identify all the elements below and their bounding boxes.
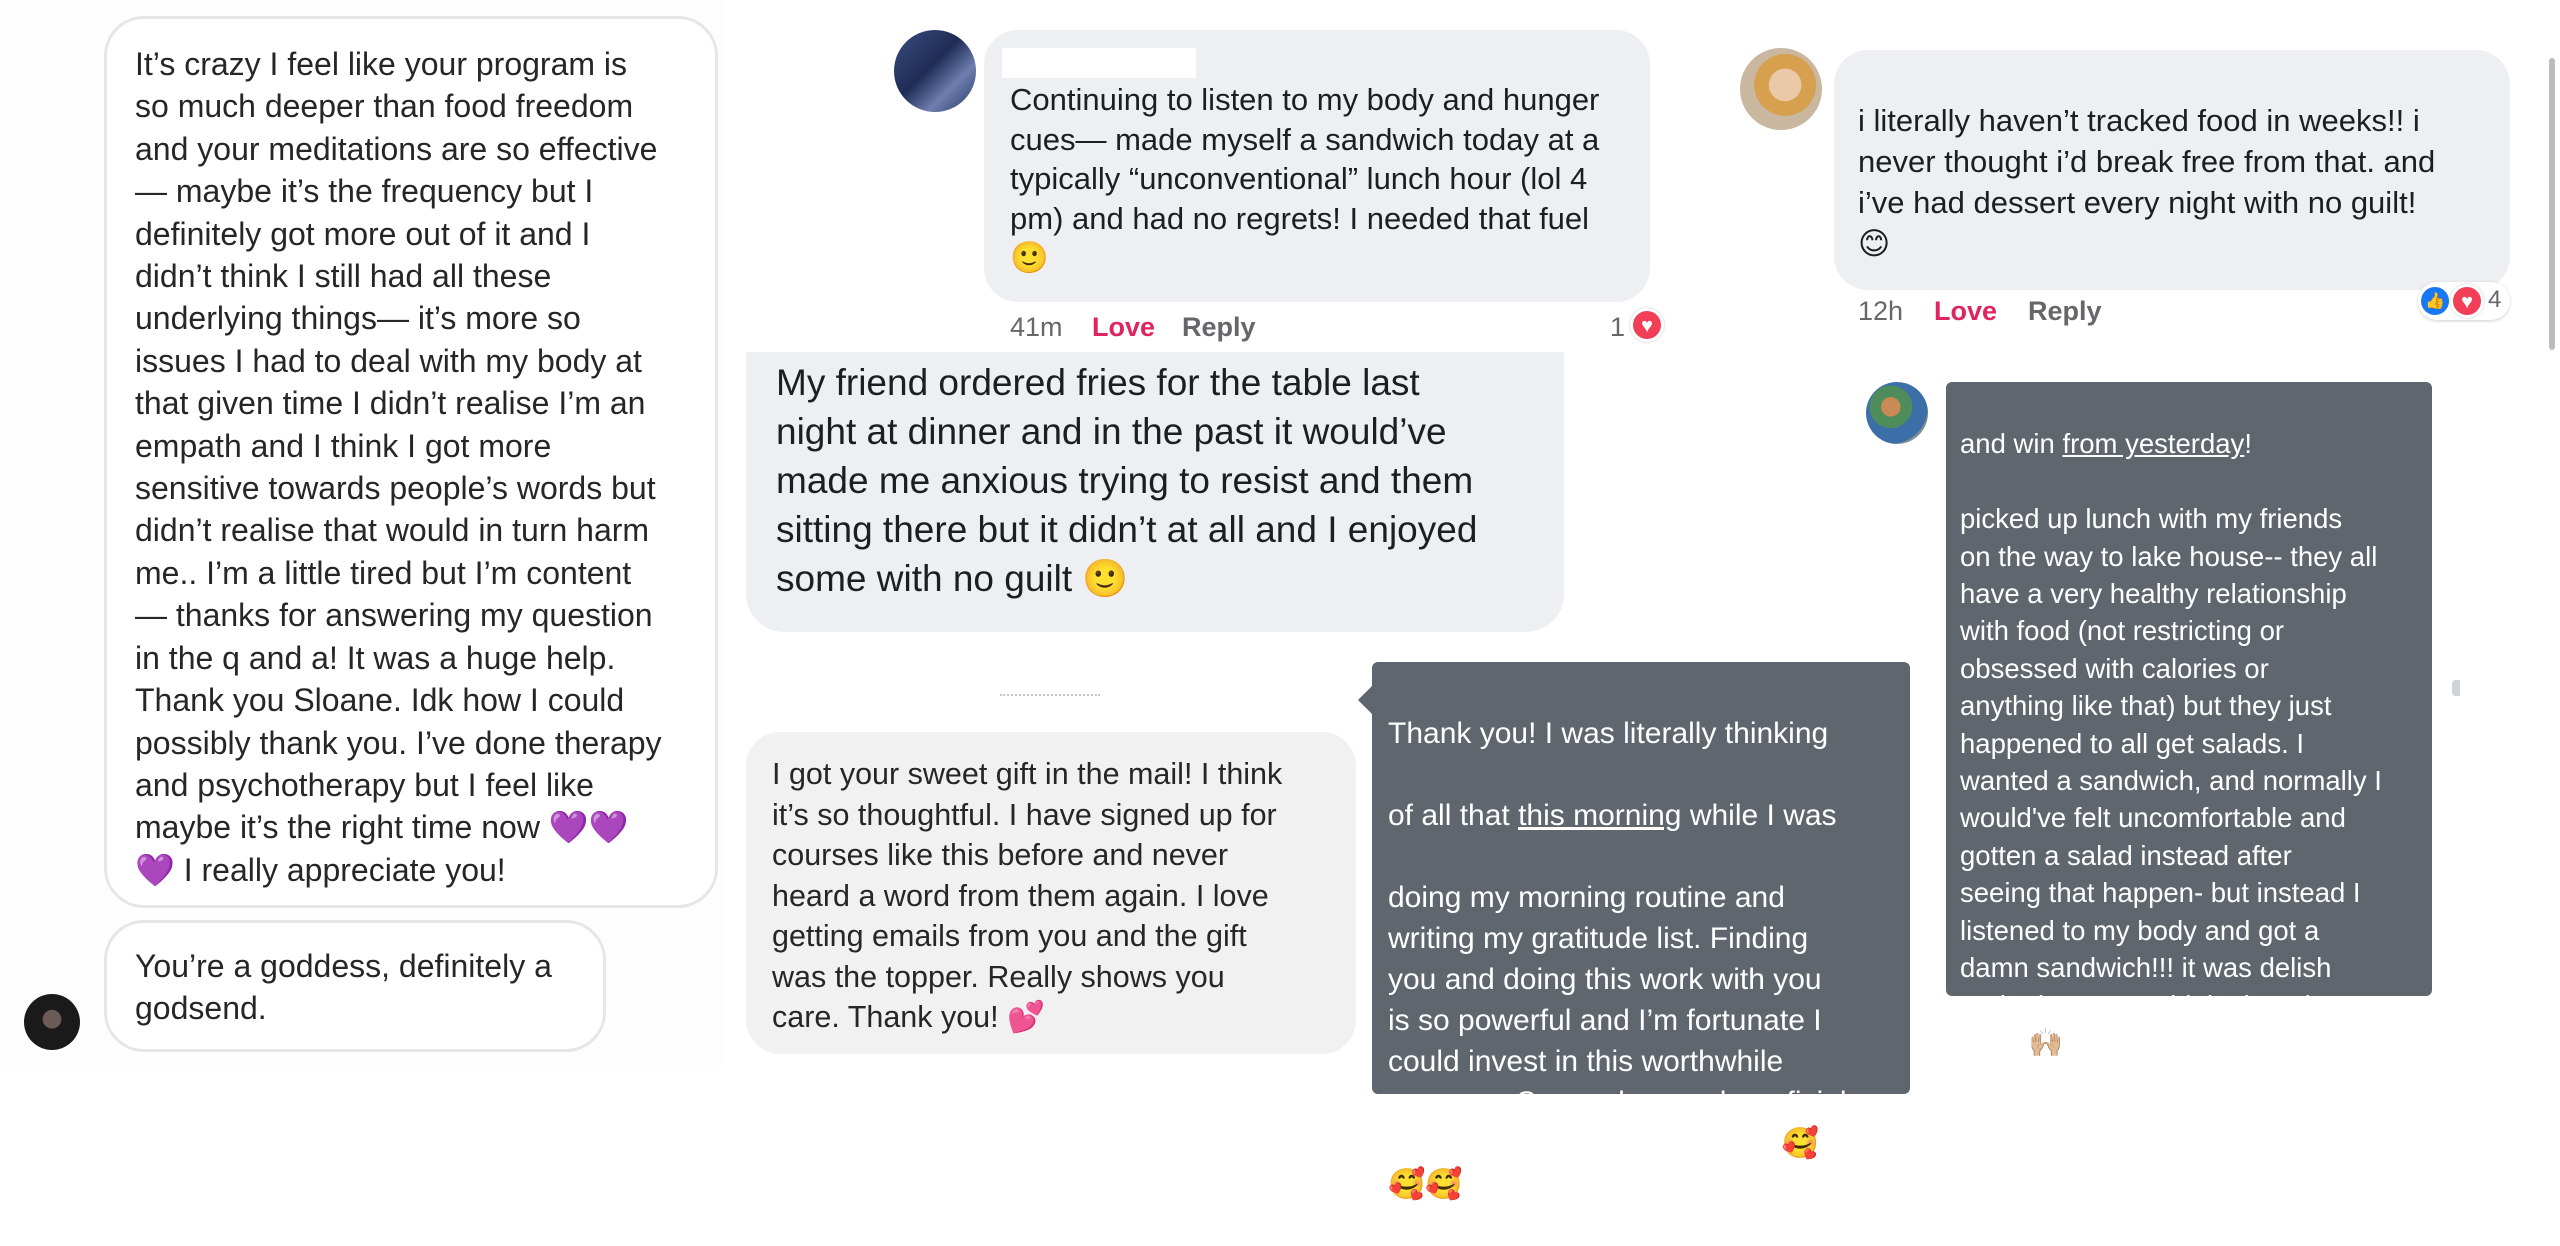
gratitude-message-bubble: Thank you! I was literally thinking of a… [1372, 662, 1910, 1201]
sandwich-rest: picked up lunch with my friends on the w… [1960, 503, 2382, 1058]
reply-link[interactable]: Reply [1182, 312, 1256, 343]
reaction-count-right: 4 [2488, 286, 2502, 313]
love-link-right[interactable]: Love [1934, 296, 1997, 327]
sandwich-line-1: and win from yesterday! [1960, 428, 2252, 460]
reaction-count: 1 [1610, 312, 1626, 342]
love-link[interactable]: Love [1092, 312, 1155, 343]
sender-avatar-right[interactable] [1866, 382, 1928, 444]
comment-time-right: 12h [1858, 296, 1904, 326]
fries-message-bubble: My friend ordered fries for the table la… [746, 352, 1564, 632]
comment-text-right: i literally haven’t tracked food in week… [1858, 103, 2436, 261]
commenter-avatar[interactable] [894, 30, 976, 112]
dm-message-bubble: It’s crazy I feel like your program is s… [104, 16, 718, 908]
dm-reply-bubble: You’re a goddess, definitely a godsend. [104, 920, 606, 1052]
reply-link-right[interactable]: Reply [2028, 296, 2102, 327]
gratitude-line-1: Thank you! I was literally thinking [1388, 717, 1829, 750]
heart-reaction-icon[interactable]: ♥ [1630, 308, 1664, 342]
this-morning-link[interactable]: this morning [1518, 799, 1681, 832]
dm-sender-avatar[interactable] [24, 994, 80, 1050]
comment-time: 41m [1010, 312, 1063, 342]
scroll-marker [2452, 680, 2460, 696]
comment-text: Continuing to listen to my body and hung… [1010, 82, 1600, 275]
sandwich-message-bubble: and win from yesterday! picked up lunch … [1946, 382, 2432, 1058]
from-yesterday-link[interactable]: from yesterday [2062, 428, 2244, 459]
scrollbar-thumb[interactable] [2549, 58, 2555, 350]
commenter-avatar-right[interactable] [1740, 48, 1822, 130]
gift-message-bubble: I got your sweet gift in the mail! I thi… [746, 732, 1356, 1054]
commenter-name-redacted [1002, 48, 1196, 78]
gratitude-rest: doing my morning routine and writing my … [1388, 881, 1847, 1201]
like-reaction-icon: 👍 [2418, 284, 2452, 318]
bubble-tail [1358, 686, 1372, 714]
gratitude-line-2: of all that this morning while I was [1388, 799, 1837, 832]
faint-timestamp [1000, 686, 1100, 696]
heart-reaction-icon-right: ♥ [2450, 284, 2484, 318]
